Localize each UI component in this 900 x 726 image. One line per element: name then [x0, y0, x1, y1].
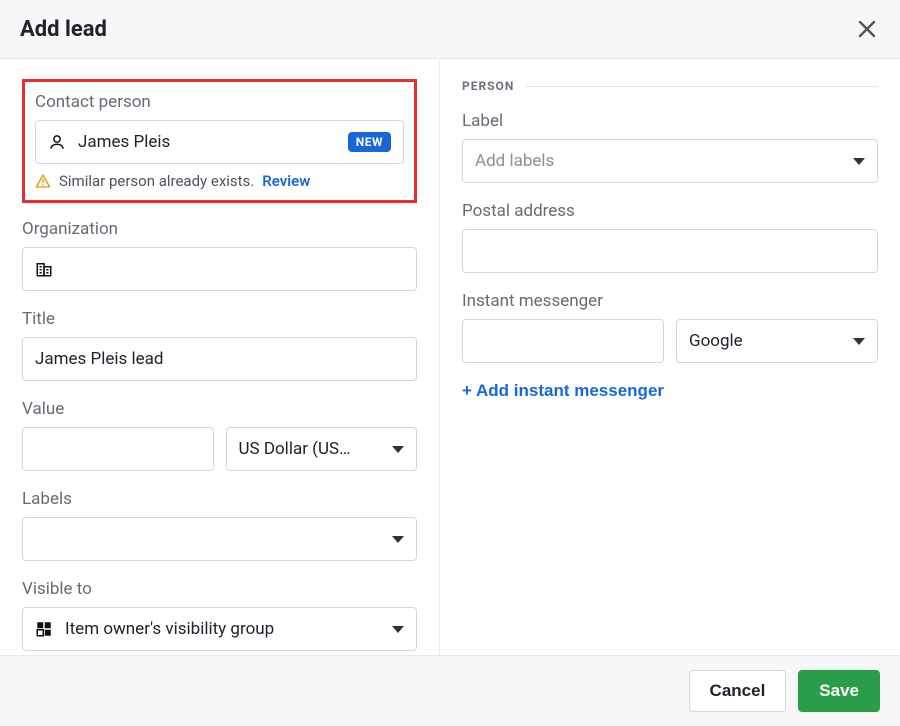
- labels-label: Labels: [22, 489, 417, 509]
- cancel-button[interactable]: Cancel: [689, 670, 787, 712]
- dialog-footer: Cancel Save: [0, 655, 900, 726]
- contact-highlight: Contact person James Pleis NEW Similar p…: [22, 79, 417, 203]
- person-label-select[interactable]: Add labels: [462, 139, 878, 183]
- contact-input[interactable]: James Pleis NEW: [35, 120, 404, 164]
- chevron-down-icon: [392, 446, 404, 453]
- chevron-down-icon: [853, 158, 865, 165]
- warning-icon: [35, 173, 51, 189]
- visible-label: Visible to: [22, 579, 417, 599]
- right-column: PERSON Label Add labels Postal address I…: [440, 59, 900, 655]
- organization-input[interactable]: [22, 247, 417, 291]
- dialog-body: Contact person James Pleis NEW Similar p…: [0, 59, 900, 655]
- add-im-link[interactable]: + Add instant messenger: [462, 381, 664, 401]
- new-badge: NEW: [348, 132, 391, 152]
- visible-select[interactable]: Item owner's visibility group: [22, 607, 417, 651]
- contact-value: James Pleis: [78, 132, 170, 152]
- title-value: James Pleis lead: [35, 349, 164, 369]
- value-currency-select[interactable]: US Dollar (US…: [226, 427, 418, 471]
- close-button[interactable]: [854, 16, 880, 42]
- chevron-down-icon: [392, 536, 404, 543]
- close-icon: [858, 20, 876, 38]
- postal-input[interactable]: [462, 229, 878, 273]
- value-amount-input[interactable]: [22, 427, 214, 471]
- visible-value: Item owner's visibility group: [65, 619, 274, 639]
- person-section-title: PERSON: [462, 79, 514, 93]
- organization-label: Organization: [22, 219, 417, 239]
- left-column: Contact person James Pleis NEW Similar p…: [0, 59, 440, 655]
- contact-label: Contact person: [35, 90, 404, 112]
- warning-text: Similar person already exists.: [59, 172, 254, 190]
- dialog-header: Add lead: [0, 0, 900, 59]
- person-label-text: Add labels: [475, 151, 554, 171]
- im-label: Instant messenger: [462, 291, 878, 311]
- value-currency-text: US Dollar (US…: [239, 439, 351, 459]
- labels-select[interactable]: [22, 517, 417, 561]
- postal-label: Postal address: [462, 201, 878, 221]
- chevron-down-icon: [853, 338, 865, 345]
- review-link[interactable]: Review: [262, 172, 310, 190]
- im-provider-text: Google: [689, 331, 743, 351]
- title-label: Title: [22, 309, 417, 329]
- person-section-header: PERSON: [462, 79, 878, 93]
- save-button[interactable]: Save: [798, 670, 880, 712]
- chevron-down-icon: [392, 626, 404, 633]
- visibility-group-icon: [35, 620, 53, 638]
- divider: [526, 86, 878, 87]
- value-label: Value: [22, 399, 417, 419]
- person-label-label: Label: [462, 111, 878, 131]
- dialog-title: Add lead: [20, 17, 107, 42]
- im-provider-select[interactable]: Google: [676, 319, 878, 363]
- building-icon: [35, 260, 53, 278]
- title-input[interactable]: James Pleis lead: [22, 337, 417, 381]
- im-input[interactable]: [462, 319, 664, 363]
- person-icon: [48, 133, 66, 151]
- warning-row: Similar person already exists. Review: [35, 172, 404, 190]
